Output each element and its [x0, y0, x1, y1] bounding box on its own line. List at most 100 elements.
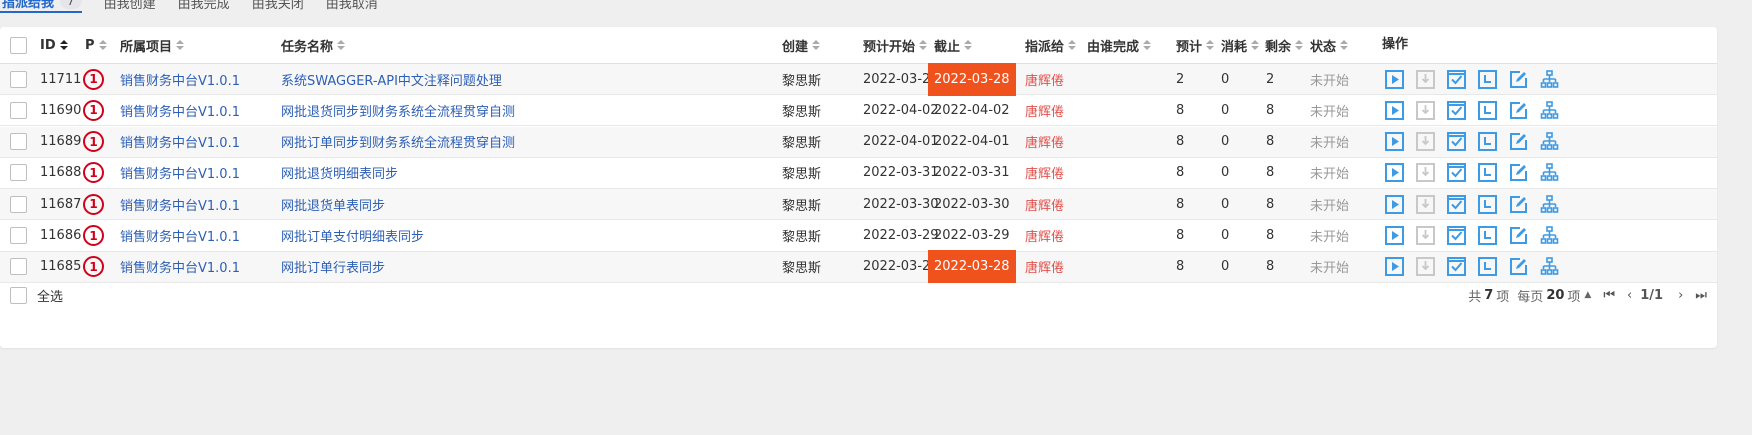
- pause-icon[interactable]: [1416, 257, 1435, 277]
- record-hours-icon[interactable]: [1478, 194, 1497, 214]
- sort-icon: [98, 40, 107, 50]
- start-icon[interactable]: [1385, 163, 1404, 183]
- table-row[interactable]: 1 11688 销售财务中台V1.0.1 网批退货明细表同步 黎思斯 2022-03-31…: [0, 158, 1717, 189]
- name-cell[interactable]: 网批订单支付明细表同步: [281, 221, 424, 251]
- name-cell[interactable]: 网批退货同步到财务系统全流程贯穿自测: [281, 95, 515, 125]
- batch-create-icon[interactable]: [1540, 132, 1559, 151]
- edit-icon[interactable]: [1509, 226, 1528, 245]
- record-hours-icon[interactable]: [1478, 163, 1497, 183]
- batch-create-icon[interactable]: [1540, 226, 1559, 245]
- row-checkbox[interactable]: [10, 258, 27, 276]
- per-page-dropdown-icon[interactable]: ▲: [1584, 290, 1591, 300]
- row-checkbox[interactable]: [10, 164, 27, 182]
- pause-icon[interactable]: [1416, 226, 1435, 245]
- edit-icon[interactable]: [1509, 101, 1528, 120]
- last-page-icon[interactable]: ⏭: [1695, 288, 1707, 303]
- finish-icon[interactable]: [1447, 163, 1466, 183]
- project-cell[interactable]: 销售财务中台V1.0.1: [120, 127, 240, 157]
- next-page-icon[interactable]: ›: [1678, 288, 1683, 303]
- pause-icon[interactable]: [1416, 100, 1435, 120]
- col-assigned-header[interactable]: 指派给: [1025, 27, 1077, 63]
- project-cell[interactable]: 销售财务中台V1.0.1: [120, 158, 240, 188]
- col-est-start-header[interactable]: 预计开始: [863, 27, 928, 63]
- start-icon[interactable]: [1385, 132, 1404, 152]
- project-cell[interactable]: 销售财务中台V1.0.1: [120, 221, 240, 251]
- finish-icon[interactable]: [1447, 226, 1466, 245]
- tab-3[interactable]: 由我关闭: [252, 0, 304, 13]
- record-hours-icon[interactable]: [1478, 132, 1497, 152]
- finish-icon[interactable]: [1447, 69, 1466, 89]
- first-page-icon[interactable]: ⏮: [1603, 288, 1615, 303]
- record-hours-icon[interactable]: [1478, 69, 1497, 89]
- record-hours-icon[interactable]: [1478, 226, 1497, 245]
- name-cell[interactable]: 网批退货单表同步: [281, 189, 385, 219]
- finish-icon[interactable]: [1447, 194, 1466, 214]
- row-checkbox[interactable]: [10, 70, 27, 88]
- project-cell[interactable]: 销售财务中台V1.0.1: [120, 189, 240, 219]
- col-id-header[interactable]: ID: [40, 27, 68, 63]
- col-consumed-header[interactable]: 消耗: [1221, 27, 1260, 63]
- row-checkbox[interactable]: [10, 227, 27, 244]
- table-row[interactable]: 1 11711 销售财务中台V1.0.1 系统SWAGGER-API中文注释问题处理 黎…: [0, 62, 1717, 96]
- edit-icon[interactable]: [1509, 132, 1528, 151]
- col-creator-header[interactable]: 创建: [782, 27, 821, 63]
- batch-create-icon[interactable]: [1540, 194, 1559, 214]
- record-hours-icon[interactable]: [1478, 100, 1497, 120]
- batch-create-icon[interactable]: [1540, 163, 1559, 182]
- col-finished-by-header[interactable]: 由谁完成: [1087, 27, 1152, 63]
- row-checkbox[interactable]: [10, 133, 27, 151]
- row-checkbox[interactable]: [10, 101, 27, 119]
- batch-create-icon[interactable]: [1540, 257, 1559, 276]
- col-estimate-header[interactable]: 预计: [1176, 27, 1215, 63]
- select-all-header-checkbox[interactable]: [10, 36, 27, 54]
- finish-icon[interactable]: [1447, 132, 1466, 152]
- row-checkbox[interactable]: [10, 195, 27, 213]
- tab-0[interactable]: 指派给我 7: [0, 0, 82, 13]
- table-row[interactable]: 1 11690 销售财务中台V1.0.1 网批退货同步到财务系统全流程贯穿自测 黎思斯 2…: [0, 95, 1717, 127]
- start-icon[interactable]: [1385, 100, 1404, 120]
- col-deadline-header[interactable]: 截止: [934, 27, 973, 63]
- start-icon[interactable]: [1385, 194, 1404, 214]
- table-row[interactable]: 1 11686 销售财务中台V1.0.1 网批订单支付明细表同步 黎思斯 2022-03-…: [0, 221, 1717, 252]
- col-left-header[interactable]: 剩余: [1265, 27, 1304, 63]
- col-name-header[interactable]: 任务名称: [281, 27, 346, 63]
- deadline-cell: 2022-03-28: [928, 62, 1016, 96]
- select-all-label[interactable]: 全选: [37, 277, 63, 313]
- table-row[interactable]: 1 11687 销售财务中台V1.0.1 网批退货单表同步 黎思斯 2022-03-30 2…: [0, 189, 1717, 221]
- col-creator-label: 创建: [782, 39, 809, 55]
- tab-label: 由我取消: [325, 0, 378, 12]
- pause-icon[interactable]: [1416, 69, 1435, 89]
- start-icon[interactable]: [1385, 257, 1404, 277]
- tab-4[interactable]: 由我取消: [326, 0, 378, 13]
- finish-icon[interactable]: [1447, 100, 1466, 120]
- pause-icon[interactable]: [1416, 132, 1435, 152]
- prev-page-icon[interactable]: ‹: [1627, 288, 1632, 303]
- batch-create-icon[interactable]: [1540, 100, 1559, 120]
- col-project-header[interactable]: 所属项目: [120, 27, 185, 63]
- start-icon[interactable]: [1385, 69, 1404, 89]
- record-hours-icon[interactable]: [1478, 257, 1497, 277]
- tab-2[interactable]: 由我完成: [178, 0, 230, 13]
- col-status-header[interactable]: 状态: [1310, 27, 1349, 63]
- start-icon[interactable]: [1385, 226, 1404, 245]
- finish-icon[interactable]: [1447, 257, 1466, 277]
- tab-1[interactable]: 由我创建: [104, 0, 156, 13]
- name-cell[interactable]: 网批退货明细表同步: [281, 158, 398, 188]
- table-row[interactable]: 1 11689 销售财务中台V1.0.1 网批订单同步到财务系统全流程贯穿自测 黎思斯 2…: [0, 126, 1717, 158]
- name-cell[interactable]: 网批订单同步到财务系统全流程贯穿自测: [281, 127, 515, 157]
- edit-icon[interactable]: [1509, 257, 1528, 276]
- edit-icon[interactable]: [1509, 70, 1528, 89]
- batch-create-icon[interactable]: [1540, 69, 1559, 89]
- name-cell[interactable]: 系统SWAGGER-API中文注释问题处理: [281, 64, 502, 94]
- estimate-cell: 8: [1176, 165, 1185, 181]
- consumed-cell: 0: [1221, 102, 1230, 118]
- pause-icon[interactable]: [1416, 163, 1435, 183]
- col-pri-header[interactable]: P: [85, 27, 107, 63]
- pager-per-page[interactable]: 20: [1546, 288, 1564, 303]
- project-cell[interactable]: 销售财务中台V1.0.1: [120, 64, 240, 94]
- edit-icon[interactable]: [1509, 163, 1528, 182]
- select-all-checkbox[interactable]: [10, 286, 27, 304]
- pause-icon[interactable]: [1416, 194, 1435, 214]
- edit-icon[interactable]: [1509, 195, 1528, 214]
- project-cell[interactable]: 销售财务中台V1.0.1: [120, 95, 240, 125]
